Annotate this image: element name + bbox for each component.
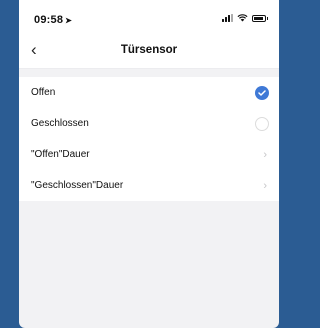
option-row-offen[interactable]: Offen [19, 77, 279, 108]
option-label: Offen [31, 87, 56, 98]
option-row-geschlossen-dauer[interactable]: "Geschlossen"Dauer › [19, 170, 279, 201]
option-label: "Geschlossen"Dauer [31, 180, 124, 191]
page-title: Türsensor [120, 44, 178, 56]
option-row-geschlossen[interactable]: Geschlossen [19, 108, 279, 139]
chevron-right-icon: › [263, 148, 267, 161]
option-label: "Offen"Dauer [31, 149, 90, 160]
navigation-bar: ‹ Türsensor [19, 34, 279, 69]
phone-screen: 09:58 ➤ ‹ Türsensor Offen Geschlossen "O… [19, 0, 279, 328]
checkmark-icon [255, 85, 269, 100]
location-arrow-icon: ➤ [65, 16, 73, 25]
cellular-signal-icon [222, 14, 233, 22]
option-label: Geschlossen [31, 118, 89, 129]
status-icons [222, 14, 268, 22]
status-bar: 09:58 ➤ [19, 0, 279, 34]
status-time: 09:58 ➤ [34, 14, 72, 26]
time-text: 09:58 [34, 14, 64, 26]
option-row-offen-dauer[interactable]: "Offen"Dauer › [19, 139, 279, 170]
wifi-icon [237, 14, 248, 22]
battery-icon [252, 14, 268, 22]
radio-unselected-icon [255, 116, 269, 131]
settings-list: Offen Geschlossen "Offen"Dauer › "Geschl… [19, 77, 279, 201]
chevron-right-icon: › [263, 179, 267, 192]
